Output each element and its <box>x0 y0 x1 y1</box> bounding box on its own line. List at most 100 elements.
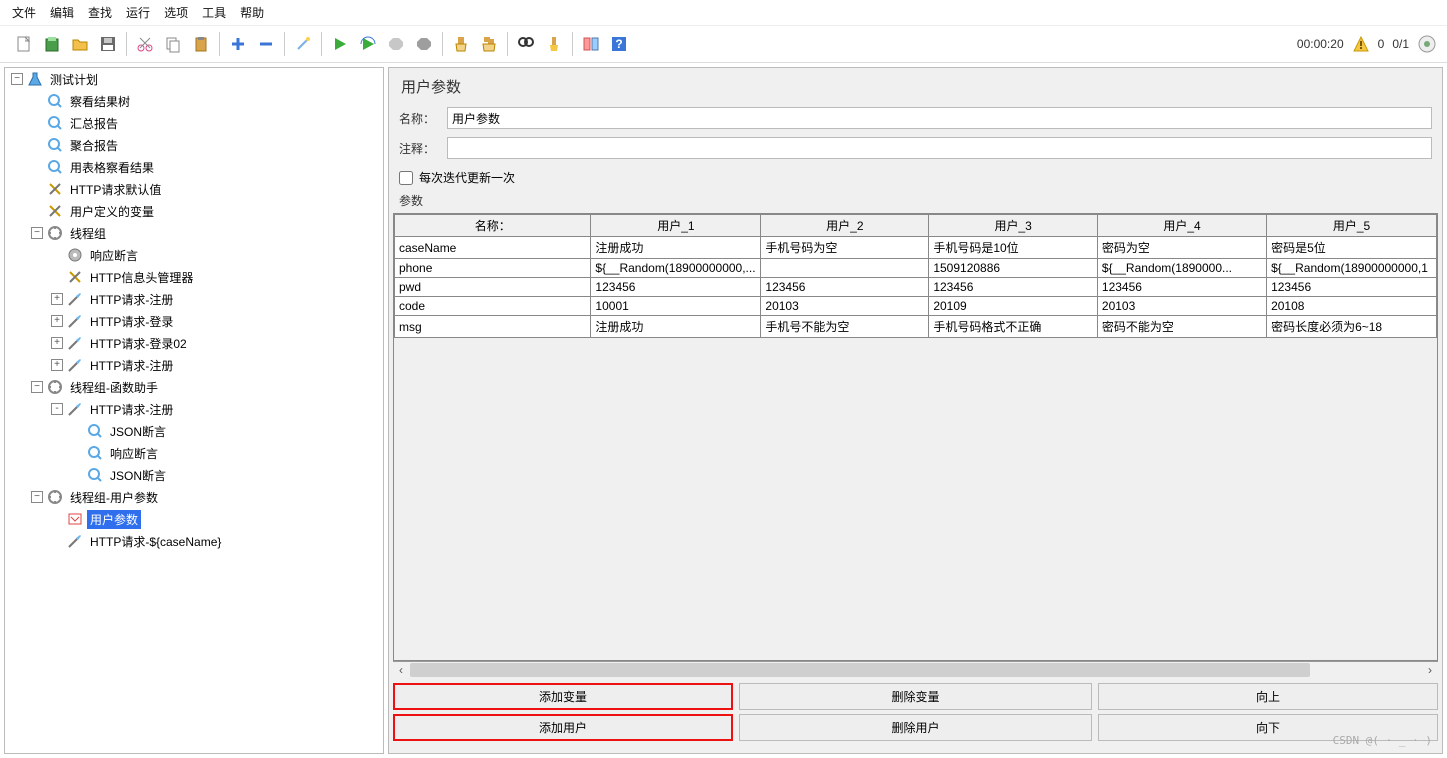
horizontal-scrollbar[interactable]: ‹ › <box>393 661 1438 677</box>
cell-user-2[interactable]: 123456 <box>761 278 929 297</box>
menu-item-6[interactable]: 帮助 <box>240 4 264 21</box>
col-user-2[interactable]: 用户_2 <box>761 215 929 237</box>
cell-user-3[interactable]: 手机号码是10位 <box>929 237 1098 259</box>
delete-user-button[interactable]: 删除用户 <box>739 714 1092 741</box>
tree-item[interactable]: +HTTP请求-注册 <box>51 354 383 376</box>
tree-toggle-icon[interactable]: + <box>51 359 63 371</box>
tree-item[interactable]: 响应断言 <box>51 244 383 266</box>
cell-user-1[interactable]: 注册成功 <box>591 316 761 338</box>
tree-toggle-icon[interactable]: + <box>51 315 63 327</box>
tree-item[interactable]: JSON断言 <box>71 420 383 442</box>
cell-user-1[interactable]: 注册成功 <box>591 237 761 259</box>
cell-user-4[interactable]: 20103 <box>1097 297 1266 316</box>
cell-user-4[interactable]: 123456 <box>1097 278 1266 297</box>
cell-user-5[interactable]: 密码长度必须为6~18 <box>1267 316 1437 338</box>
update-each-iteration-row[interactable]: 每次迭代更新一次 <box>389 163 1442 192</box>
delete-variable-button[interactable]: 删除变量 <box>739 683 1092 710</box>
tree-toggle-icon[interactable]: - <box>51 403 63 415</box>
cut-button[interactable] <box>131 30 159 58</box>
run-button[interactable] <box>326 30 354 58</box>
table-row[interactable]: code1000120103201092010320108 <box>395 297 1437 316</box>
tree-item[interactable]: +HTTP请求-注册 <box>51 288 383 310</box>
cell-user-1[interactable]: ${__Random(18900000000,... <box>591 259 761 278</box>
tree-item[interactable]: HTTP信息头管理器 <box>51 266 383 288</box>
cell-user-5[interactable]: 20108 <box>1267 297 1437 316</box>
cell-user-2[interactable]: 20103 <box>761 297 929 316</box>
table-row[interactable]: caseName注册成功手机号码为空手机号码是10位密码为空密码是5位 <box>395 237 1437 259</box>
menu-item-5[interactable]: 工具 <box>202 4 226 21</box>
name-input[interactable] <box>447 107 1432 129</box>
help-button[interactable]: ? <box>605 30 633 58</box>
cell-user-4[interactable]: 密码不能为空 <box>1097 316 1266 338</box>
tree-item[interactable]: −线程组-函数助手 <box>31 376 383 398</box>
params-table[interactable]: 名称：用户_1用户_2用户_3用户_4用户_5 caseName注册成功手机号码… <box>394 214 1437 338</box>
comment-input[interactable] <box>447 137 1432 159</box>
cell-user-5[interactable]: ${__Random(18900000000,1 <box>1267 259 1437 278</box>
table-row[interactable]: msg注册成功手机号不能为空手机号码格式不正确密码不能为空密码长度必须为6~18 <box>395 316 1437 338</box>
cell-user-5[interactable]: 123456 <box>1267 278 1437 297</box>
update-each-iteration-checkbox[interactable] <box>399 171 413 185</box>
cell-user-4[interactable]: ${__Random(1890000... <box>1097 259 1266 278</box>
copy-button[interactable] <box>159 30 187 58</box>
cell-user-2[interactable]: 手机号不能为空 <box>761 316 929 338</box>
tree-item[interactable]: 响应断言 <box>71 442 383 464</box>
tree-item[interactable]: 用表格察看结果 <box>31 156 383 178</box>
tree-item[interactable]: JSON断言 <box>71 464 383 486</box>
clear-all-button[interactable] <box>475 30 503 58</box>
menu-item-2[interactable]: 查找 <box>88 4 112 21</box>
cell-user-3[interactable]: 20109 <box>929 297 1098 316</box>
tree-toggle-icon[interactable]: − <box>31 227 43 239</box>
tree-toggle-icon[interactable]: + <box>51 293 63 305</box>
cell-user-2[interactable]: 手机号码为空 <box>761 237 929 259</box>
tree-item[interactable]: 用户参数 <box>51 508 383 530</box>
col-user-1[interactable]: 用户_1 <box>591 215 761 237</box>
tree-root[interactable]: − 测试计划 <box>11 68 383 90</box>
col-user-4[interactable]: 用户_4 <box>1097 215 1266 237</box>
cell-user-1[interactable]: 10001 <box>591 297 761 316</box>
save-button[interactable] <box>94 30 122 58</box>
scroll-left-icon[interactable]: ‹ <box>393 663 409 677</box>
menu-item-0[interactable]: 文件 <box>12 4 36 21</box>
cell-name[interactable]: caseName <box>395 237 591 259</box>
tree-item[interactable]: +HTTP请求-登录 <box>51 310 383 332</box>
col-user-3[interactable]: 用户_3 <box>929 215 1098 237</box>
tree-item[interactable]: HTTP请求-${caseName} <box>51 530 383 552</box>
table-row[interactable]: phone${__Random(18900000000,...150912088… <box>395 259 1437 278</box>
add-variable-button[interactable]: 添加变量 <box>393 683 733 710</box>
col-user-5[interactable]: 用户_5 <box>1267 215 1437 237</box>
remove-button[interactable] <box>252 30 280 58</box>
menu-item-1[interactable]: 编辑 <box>50 4 74 21</box>
tree-item[interactable]: 察看结果树 <box>31 90 383 112</box>
stop-hard-button[interactable] <box>410 30 438 58</box>
cell-name[interactable]: code <box>395 297 591 316</box>
wand-button[interactable] <box>289 30 317 58</box>
scroll-right-icon[interactable]: › <box>1422 663 1438 677</box>
tree-item[interactable]: 汇总报告 <box>31 112 383 134</box>
menu-item-3[interactable]: 运行 <box>126 4 150 21</box>
open-button[interactable] <box>66 30 94 58</box>
menu-item-4[interactable]: 选项 <box>164 4 188 21</box>
cell-user-2[interactable] <box>761 259 929 278</box>
run-loop-button[interactable] <box>354 30 382 58</box>
cell-user-1[interactable]: 123456 <box>591 278 761 297</box>
paste-button[interactable] <box>187 30 215 58</box>
cell-name[interactable]: pwd <box>395 278 591 297</box>
table-row[interactable]: pwd123456123456123456123456123456 <box>395 278 1437 297</box>
cell-user-5[interactable]: 密码是5位 <box>1267 237 1437 259</box>
cell-user-4[interactable]: 密码为空 <box>1097 237 1266 259</box>
templates-button[interactable] <box>38 30 66 58</box>
tree-item[interactable]: +HTTP请求-登录02 <box>51 332 383 354</box>
col-name[interactable]: 名称： <box>395 215 591 237</box>
cell-name[interactable]: phone <box>395 259 591 278</box>
cell-name[interactable]: msg <box>395 316 591 338</box>
toggle-button[interactable] <box>577 30 605 58</box>
tree-item[interactable]: −线程组-用户参数 <box>31 486 383 508</box>
new-button[interactable] <box>10 30 38 58</box>
cell-user-3[interactable]: 手机号码格式不正确 <box>929 316 1098 338</box>
tree-toggle-icon[interactable]: − <box>31 491 43 503</box>
clear-button[interactable] <box>447 30 475 58</box>
move-up-button[interactable]: 向上 <box>1098 683 1438 710</box>
tree-item[interactable]: 聚合报告 <box>31 134 383 156</box>
find-button[interactable] <box>512 30 540 58</box>
cell-user-3[interactable]: 123456 <box>929 278 1098 297</box>
